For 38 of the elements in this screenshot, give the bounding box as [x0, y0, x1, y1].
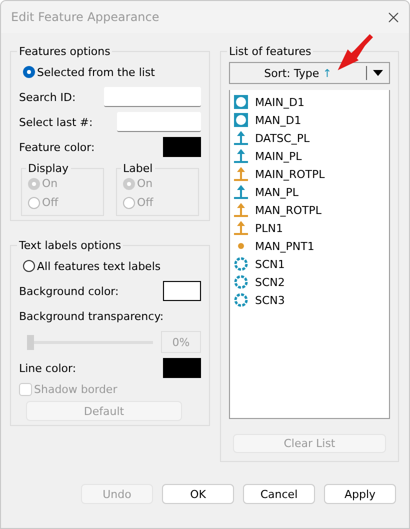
- list-item[interactable]: MAN_PL: [255, 186, 299, 198]
- list-item[interactable]: SCN3: [255, 294, 285, 306]
- radio-button[interactable]: All features text labels: [23, 260, 161, 272]
- window-title: Edit Feature Appearance: [11, 10, 160, 24]
- value-field: 0%: [161, 331, 201, 353]
- search-id-field[interactable]: [104, 87, 201, 107]
- list-item[interactable]: SCN2: [255, 276, 285, 288]
- list-item[interactable]: MAIN_D1: [255, 96, 304, 108]
- group-title: Display: [27, 162, 70, 175]
- caret-icon: [373, 70, 383, 76]
- list-item[interactable]: MAN_D1: [255, 114, 302, 126]
- group-title: Label: [122, 162, 154, 175]
- list-item[interactable]: MAIN_PL: [255, 150, 302, 162]
- list-item[interactable]: MAN_ROTPL: [255, 204, 322, 216]
- dialog-button[interactable]: Apply: [324, 484, 396, 504]
- field-label: Feature color:: [19, 140, 95, 154]
- select-last-field[interactable]: [117, 112, 201, 132]
- color-swatch[interactable]: [163, 137, 201, 157]
- field-label: Line color:: [19, 362, 76, 374]
- pointer-arrow: [335, 33, 375, 73]
- list-item[interactable]: MAN_PNT1: [255, 240, 314, 252]
- dialog-button[interactable]: OK: [162, 484, 234, 504]
- list-item[interactable]: SCN1: [255, 258, 285, 270]
- field-label: Background transparency:: [19, 310, 164, 322]
- field-label: Background color:: [19, 284, 119, 298]
- close-icon[interactable]: [388, 12, 399, 22]
- list-item[interactable]: MAIN_ROTPL: [255, 168, 325, 180]
- group-title: List of features: [228, 45, 312, 58]
- list-item[interactable]: PLN1: [255, 222, 283, 234]
- list-item[interactable]: DATSC_PL: [255, 132, 310, 144]
- dialog-button[interactable]: Cancel: [243, 484, 315, 504]
- color-swatch[interactable]: [163, 358, 201, 378]
- field-label: Select last #:: [19, 116, 93, 128]
- radio-button[interactable]: Selected from the list: [23, 66, 155, 78]
- group-title: Text labels options: [18, 239, 122, 252]
- color-swatch[interactable]: [163, 281, 201, 301]
- field-label: Search ID:: [19, 90, 76, 104]
- group-title: Features options: [18, 45, 112, 58]
